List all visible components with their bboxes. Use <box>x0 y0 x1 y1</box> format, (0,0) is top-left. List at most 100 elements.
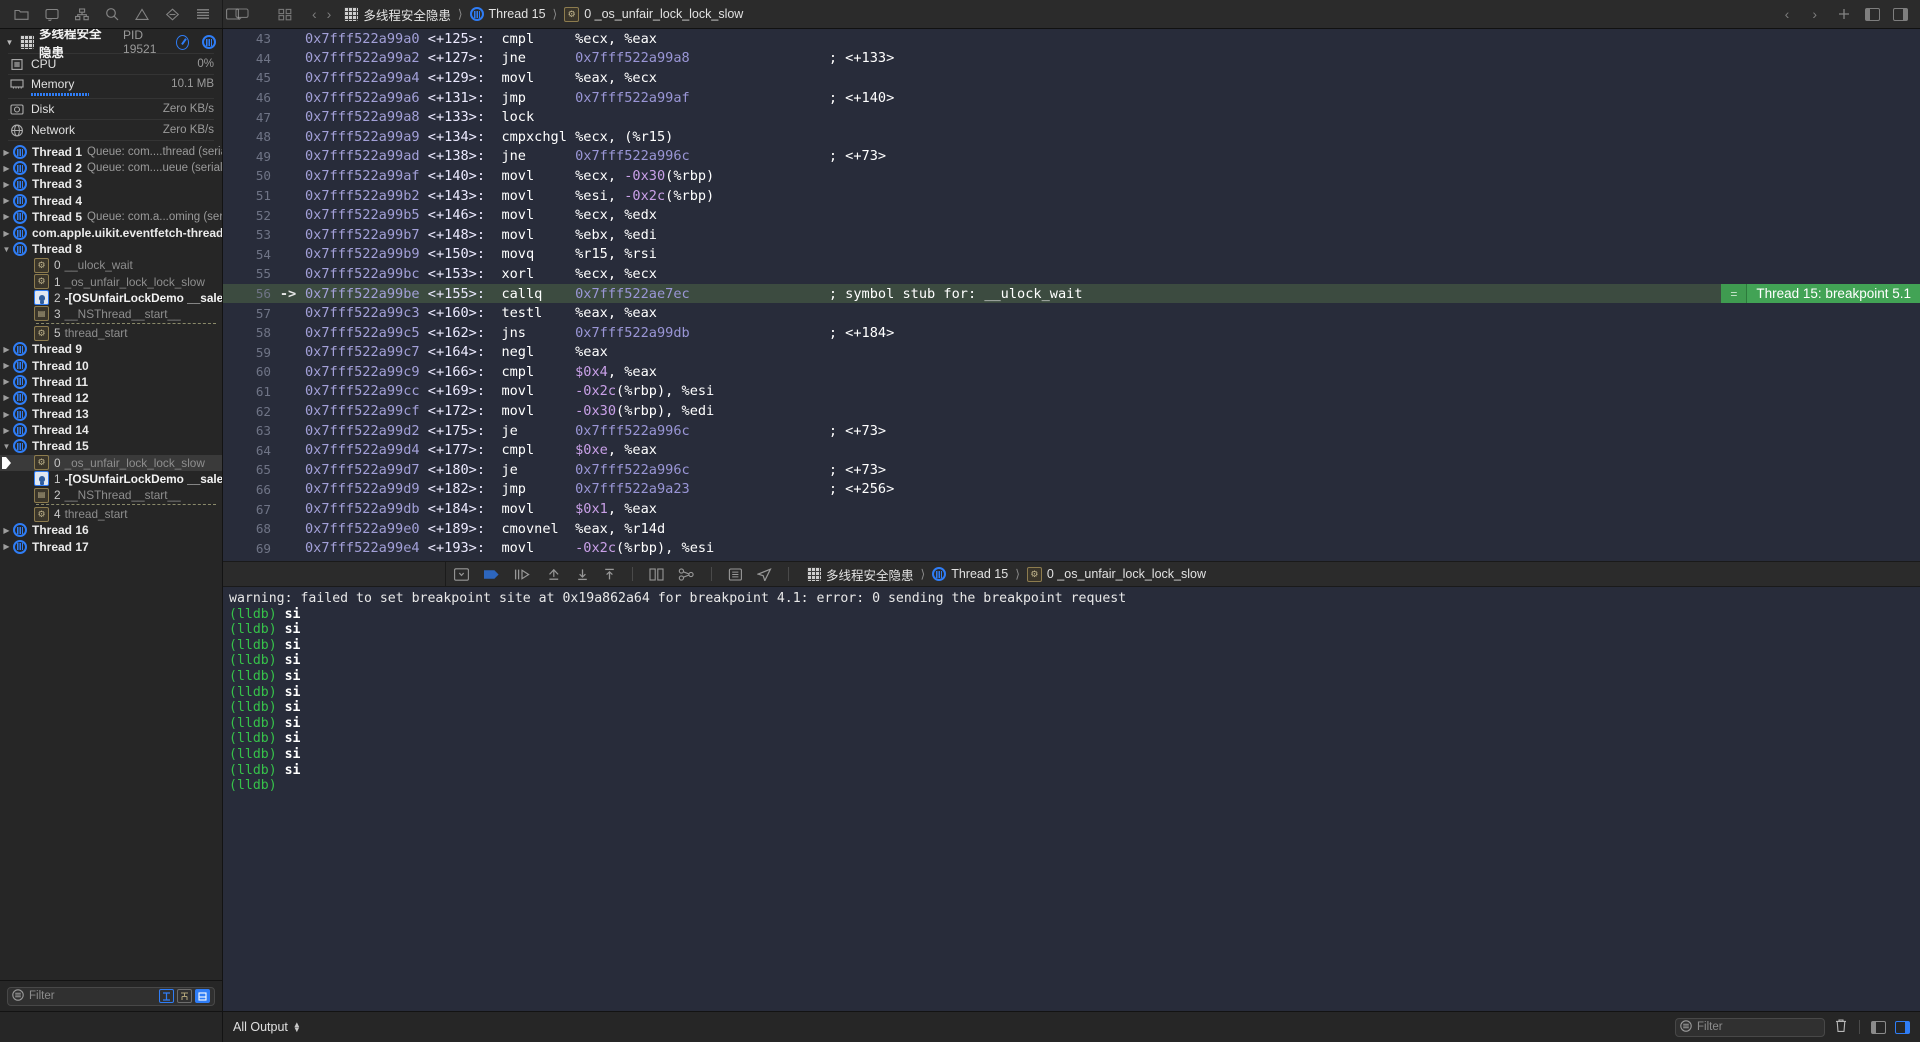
assembly-line[interactable]: 67 0x7fff522a99db <+184>: movl $0x1, %eax <box>223 499 1920 519</box>
assembly-line[interactable]: 52 0x7fff522a99b5 <+146>: movl %ecx, %edx <box>223 205 1920 225</box>
nav-forward-button[interactable]: › <box>322 7 337 21</box>
filter-crashed-only-icon[interactable] <box>159 989 174 1003</box>
console-output[interactable]: warning: failed to set breakpoint site a… <box>223 587 1920 1011</box>
disclosure-triangle-icon[interactable]: ▶ <box>0 393 13 402</box>
assembly-line[interactable]: 60 0x7fff522a99c9 <+166>: cmpl $0x4, %eax <box>223 362 1920 382</box>
stack-frame-row[interactable]: ▤ 3 __NSThread__start__ <box>0 306 222 322</box>
assembly-line[interactable]: 45 0x7fff522a99a4 <+129>: movl %eax, %ecx <box>223 68 1920 88</box>
disclosure-triangle-icon[interactable]: ▶ <box>0 542 13 551</box>
thread-row[interactable]: ▼ Thread 15 <box>0 438 222 454</box>
thread-row[interactable]: ▶ Thread 4 <box>0 193 222 209</box>
breakpoint-navigator-icon[interactable] <box>165 7 180 22</box>
simulate-location-icon[interactable] <box>757 567 772 582</box>
thread-row[interactable]: ▶ Thread 17 <box>0 539 222 555</box>
warning-icon[interactable] <box>135 7 149 22</box>
disclosure-triangle-icon[interactable]: ▶ <box>0 345 13 354</box>
filter-unwind-icon[interactable] <box>177 989 192 1003</box>
source-control-icon[interactable] <box>45 7 59 22</box>
assembly-line[interactable]: 48 0x7fff522a99a9 <+134>: cmpxchgl %ecx, … <box>223 127 1920 147</box>
thread-row[interactable]: ▶ Thread 13 <box>0 406 222 422</box>
disclosure-triangle-icon[interactable]: ▶ <box>0 526 13 535</box>
view-debugging-icon[interactable] <box>649 567 664 582</box>
disclosure-triangle-icon[interactable]: ▶ <box>0 212 13 221</box>
gauge-row-network[interactable]: Network Zero KB/s <box>0 120 222 140</box>
pause-process-icon[interactable] <box>176 34 190 50</box>
stack-frame-row[interactable]: ⚙ 4 thread_start <box>0 506 222 522</box>
disclosure-triangle-icon[interactable]: ▶ <box>0 377 13 386</box>
step-into-icon[interactable] <box>546 567 562 582</box>
stack-frame-row[interactable]: 2-[OSUnfairLockDemo __saleTicket] <box>0 290 222 306</box>
step-out-toplevel-icon[interactable] <box>603 567 616 582</box>
add-editor-icon[interactable] <box>1835 7 1852 22</box>
assembly-line[interactable]: 53 0x7fff522a99b7 <+148>: movl %ebx, %edi <box>223 225 1920 245</box>
assembly-line[interactable]: 54 0x7fff522a99b9 <+150>: movq %r15, %rsi <box>223 245 1920 265</box>
disclosure-triangle-icon[interactable]: ▶ <box>0 148 13 157</box>
thread-row[interactable]: ▶ Thread 1 Queue: com....thread (serial) <box>0 144 222 160</box>
assembly-line[interactable]: 57 0x7fff522a99c3 <+160>: testl %eax, %ea… <box>223 303 1920 323</box>
thread-row[interactable]: ▼ Thread 8 <box>0 241 222 257</box>
assembly-line[interactable]: 44 0x7fff522a99a2 <+127>: jne 0x7fff522a9… <box>223 49 1920 69</box>
assembly-line[interactable]: 66 0x7fff522a99d9 <+182>: jmp 0x7fff522a9… <box>223 480 1920 500</box>
stack-frame-row[interactable]: ⚙ 5 thread_start <box>0 325 222 341</box>
debug-breadcrumb-project[interactable]: 多线程安全隐患 <box>826 565 914 584</box>
breadcrumb-frame[interactable]: 0 _os_unfair_lock_lock_slow <box>584 7 743 21</box>
assembly-line[interactable]: 64 0x7fff522a99d4 <+177>: cmpl $0xe, %eax <box>223 440 1920 460</box>
stack-frame-row[interactable]: ▤ 2 __NSThread__start__ <box>0 487 222 503</box>
disclosure-triangle-icon[interactable]: ▶ <box>0 164 13 173</box>
hide-debug-area-icon[interactable] <box>454 567 469 582</box>
search-icon[interactable] <box>105 7 119 22</box>
hide-inspector-button[interactable] <box>1893 7 1908 21</box>
thread-row[interactable]: ▶ Thread 11 <box>0 374 222 390</box>
disclosure-triangle-icon[interactable]: ▶ <box>0 180 13 189</box>
disclosure-triangle-icon[interactable]: ▼ <box>4 38 15 47</box>
debug-navigator-list[interactable]: ▼ 多线程安全隐患 PID 19521 CPU 0% Memory 10.1 MB Di… <box>0 29 222 980</box>
assembly-line[interactable]: 49 0x7fff522a99ad <+138>: jne 0x7fff522a9… <box>223 147 1920 167</box>
hierarchy-icon[interactable] <box>75 7 89 22</box>
disclosure-triangle-icon[interactable]: ▼ <box>0 245 13 254</box>
debug-breadcrumb-thread[interactable]: Thread 15 <box>951 567 1008 581</box>
disclosure-triangle-icon[interactable]: ▶ <box>0 410 13 419</box>
assembly-line[interactable]: 56 -> 0x7fff522a99be <+155>: callq 0x7fff5… <box>223 283 1920 304</box>
step-over-icon[interactable] <box>514 567 532 582</box>
breakpoint-badge[interactable]: = Thread 15: breakpoint 5.1 <box>1721 283 1920 304</box>
assembly-line[interactable]: 62 0x7fff522a99cf <+172>: movl -0x30(%rbp… <box>223 401 1920 421</box>
thread-row[interactable]: ▶ Thread 10 <box>0 357 222 373</box>
thread-row[interactable]: ▶ Thread 9 <box>0 341 222 357</box>
output-scope-selector[interactable]: All Output ▲ ▼ <box>233 1020 301 1034</box>
show-console-pane-icon[interactable] <box>1895 1020 1910 1034</box>
filter-user-code-icon[interactable] <box>195 989 210 1003</box>
assembly-line[interactable]: 59 0x7fff522a99c7 <+164>: negl %eax <box>223 343 1920 363</box>
navigator-filter-input[interactable]: Filter <box>7 986 215 1006</box>
grid-icon[interactable] <box>276 7 293 22</box>
disclosure-triangle-icon[interactable]: ▶ <box>0 426 13 435</box>
assembly-line[interactable]: 69 0x7fff522a99e4 <+193>: movl -0x2c(%rbp… <box>223 538 1920 558</box>
assembly-line[interactable]: 43 0x7fff522a99a0 <+125>: cmpl %ecx, %eax <box>223 29 1920 49</box>
disclosure-triangle-icon[interactable]: ▼ <box>0 442 13 451</box>
thread-row[interactable]: ▶ Thread 5 Queue: com.a...oming (serial) <box>0 209 222 225</box>
assembly-line[interactable]: 46 0x7fff522a99a6 <+131>: jmp 0x7fff522a9… <box>223 88 1920 108</box>
assembly-line[interactable]: 51 0x7fff522a99b2 <+143>: movl %esi, -0x2… <box>223 186 1920 206</box>
assembly-line[interactable]: 68 0x7fff522a99e0 <+189>: cmovnel %eax, %… <box>223 519 1920 539</box>
process-row[interactable]: ▼ 多线程安全隐患 PID 19521 <box>0 29 222 60</box>
stack-frame-row[interactable]: 1-[OSUnfairLockDemo __saleTicket] <box>0 471 222 487</box>
breadcrumb-thread[interactable]: Thread 15 <box>489 7 546 21</box>
thread-row[interactable]: ▶ Thread 16 <box>0 522 222 538</box>
gauge-row-disk[interactable]: Disk Zero KB/s <box>0 99 222 119</box>
comment-icon[interactable] <box>233 7 250 22</box>
thread-row[interactable]: ▶ Thread 2 Queue: com....ueue (serial) <box>0 160 222 176</box>
thread-row[interactable]: ▶ com.apple.uikit.eventfetch-thread (6) <box>0 225 222 241</box>
folder-icon[interactable] <box>14 7 29 22</box>
step-out-icon[interactable] <box>576 567 589 582</box>
breadcrumb-project[interactable]: 多线程安全隐患 <box>363 5 451 24</box>
assembly-line[interactable]: 47 0x7fff522a99a8 <+133>: lock <box>223 107 1920 127</box>
nav-back-button[interactable]: ‹ <box>307 7 322 21</box>
assembly-editor[interactable]: 43 0x7fff522a99a0 <+125>: cmpl %ecx, %eax… <box>223 29 1920 561</box>
assembly-line[interactable]: 65 0x7fff522a99d7 <+180>: je 0x7fff522a99… <box>223 460 1920 480</box>
editor-back-button[interactable]: ‹ <box>1780 7 1795 21</box>
disclosure-triangle-icon[interactable]: ▶ <box>0 361 13 370</box>
stack-frame-row[interactable]: ⚙ 1 _os_unfair_lock_lock_slow <box>0 274 222 290</box>
editor-forward-button[interactable]: › <box>1807 7 1822 21</box>
hide-navigator-button[interactable] <box>1865 7 1880 21</box>
show-variables-pane-icon[interactable] <box>1871 1020 1886 1034</box>
disclosure-triangle-icon[interactable]: ▶ <box>0 229 13 238</box>
